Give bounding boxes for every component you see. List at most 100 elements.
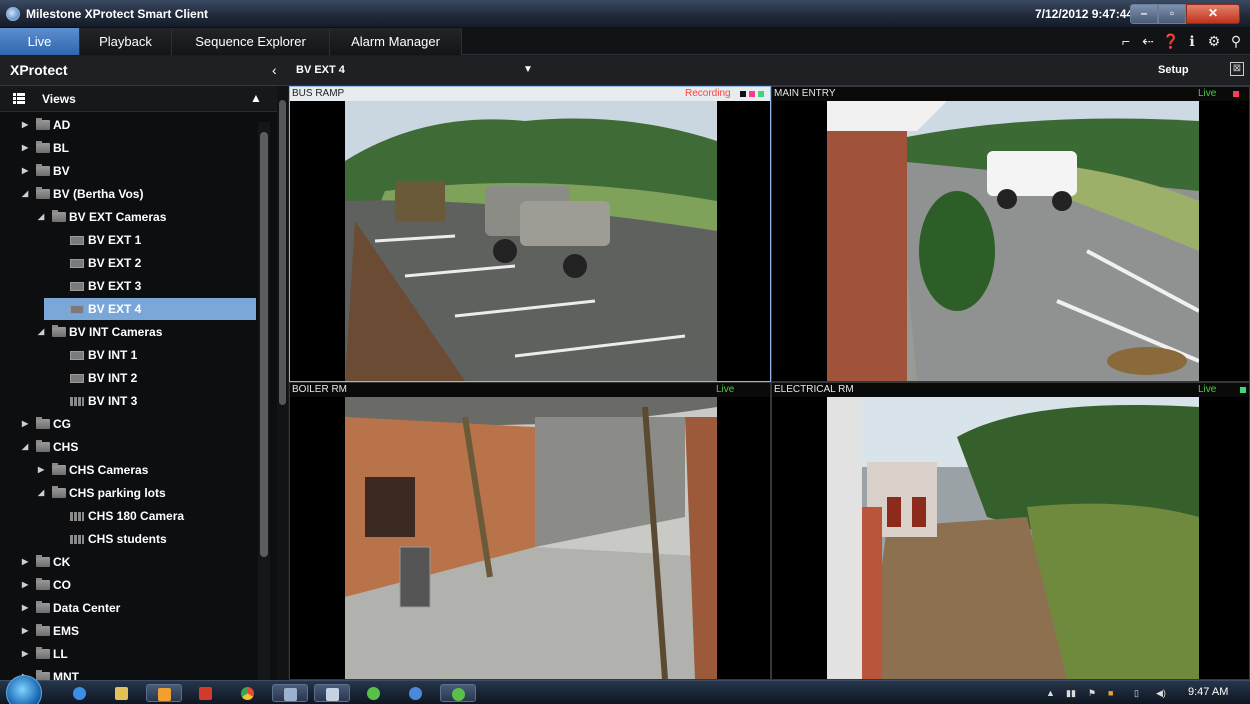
camera-tile-main-entry[interactable]: MAIN ENTRY Live [771, 86, 1250, 382]
minimize-button[interactable]: – [1130, 4, 1158, 24]
folder-icon [36, 647, 50, 659]
single-camera-view-icon [70, 305, 84, 314]
expand-arrow-icon[interactable]: ▶ [22, 114, 34, 136]
expand-arrow-icon[interactable]: ▶ [22, 620, 34, 642]
status-arrow-icon[interactable]: ⇠ [1140, 33, 1156, 49]
camera-tile-bus-ramp[interactable]: BUS RAMP Recording [289, 86, 771, 382]
settings-gear-icon[interactable]: ⚙ [1206, 33, 1222, 49]
expand-arrow-icon[interactable]: ▶ [38, 459, 50, 481]
smart-client-icon [326, 688, 339, 701]
camera-tile-header: MAIN ENTRY Live [772, 87, 1249, 101]
collapse-sidebar-icon[interactable]: ‹ [272, 62, 277, 78]
tree-view-bv-ext-4[interactable]: BV EXT 4 [44, 298, 256, 320]
tree-folder-ck[interactable]: ▶ CK [22, 551, 70, 573]
main-tab-bar: Live Playback Sequence Explorer Alarm Ma… [0, 28, 1250, 55]
tree-view-bv-ext-2[interactable]: BV EXT 2 [70, 252, 141, 274]
network-signal-icon[interactable]: ▮▮ [1066, 688, 1076, 699]
live-indicator-icon [1240, 387, 1246, 393]
expand-arrow-icon[interactable]: ▶ [22, 574, 34, 596]
expand-arrow-icon[interactable]: ▶ [22, 413, 34, 435]
tree-view-bv-ext-3[interactable]: BV EXT 3 [70, 275, 141, 297]
tree-view-chs-180-camera[interactable]: CHS 180 Camera [70, 505, 184, 527]
taskbar-clock[interactable]: 9:47 AM [1188, 686, 1228, 698]
tray-expand-icon[interactable]: ▲ [1046, 688, 1055, 698]
camera-status: Live [1198, 384, 1217, 395]
expand-arrow-icon[interactable]: ▶ [22, 643, 34, 665]
tree-view-bv-int-1[interactable]: BV INT 1 [70, 344, 137, 366]
volume-icon[interactable]: ◀) [1156, 688, 1166, 699]
setup-button[interactable]: Setup [1158, 64, 1189, 76]
expand-arrow-icon[interactable]: ▶ [22, 137, 34, 159]
close-button[interactable]: ✕ [1186, 4, 1240, 24]
tree-folder-bv-ext-cameras[interactable]: ◢ BV EXT Cameras [38, 206, 166, 228]
view-dropdown-arrow-icon[interactable]: ▼ [523, 64, 533, 75]
tree-folder-bv[interactable]: ▶ BV [22, 160, 70, 182]
collapse-arrow-icon[interactable]: ◢ [38, 321, 50, 343]
collapse-arrow-icon[interactable]: ◢ [22, 183, 34, 205]
fullscreen-toggle-icon[interactable]: ⊠ [1230, 62, 1244, 76]
connection-plug-icon[interactable]: ⌐ [1118, 33, 1134, 49]
taskbar-outlook[interactable] [146, 684, 182, 702]
taskbar-adobe[interactable] [188, 684, 224, 702]
single-camera-view-icon [70, 259, 84, 268]
tree-folder-data-center[interactable]: ▶ Data Center [22, 597, 120, 619]
windows-start-icon[interactable] [6, 675, 42, 704]
tree-folder-ll[interactable]: ▶ LL [22, 643, 68, 665]
maximize-button[interactable]: ▫ [1158, 4, 1186, 24]
camera-tile-boiler-rm[interactable]: BOILER RM Live [289, 382, 771, 680]
tree-folder-bertha-vos[interactable]: ◢ BV (Bertha Vos) [22, 183, 143, 205]
help-icon[interactable]: ❓ [1162, 33, 1179, 49]
expand-arrow-icon[interactable]: ▶ [22, 160, 34, 182]
taskbar-file-explorer[interactable] [104, 684, 140, 702]
action-center-flag-icon[interactable]: ⚑ [1088, 688, 1096, 699]
tray-app-icon[interactable]: ■ [1108, 688, 1113, 698]
camera-tile-electrical-rm[interactable]: ELECTRICAL RM Live [771, 382, 1250, 680]
collapse-arrow-icon[interactable]: ◢ [38, 482, 50, 504]
camera-name: BUS RAMP [292, 88, 345, 99]
tree-folder-bv-int-cameras[interactable]: ◢ BV INT Cameras [38, 321, 162, 343]
tree-node-label: CHS [53, 440, 79, 454]
tab-live[interactable]: Live [0, 28, 80, 55]
tree-node-label: EMS [53, 624, 80, 638]
tab-sequence-explorer[interactable]: Sequence Explorer [172, 28, 330, 55]
taskbar-chrome[interactable] [230, 684, 266, 702]
taskbar-app-green-1[interactable] [356, 684, 392, 702]
taskbar-smart-client[interactable] [314, 684, 350, 702]
tree-folder-ad[interactable]: ▶ AD [22, 114, 70, 136]
collapse-arrow-icon[interactable]: ◢ [38, 206, 50, 228]
tree-folder-ems[interactable]: ▶ EMS [22, 620, 79, 642]
taskbar-internet-explorer[interactable] [62, 684, 98, 702]
tree-view-chs-students[interactable]: CHS students [70, 528, 167, 550]
taskbar-app-green-2[interactable] [440, 684, 476, 702]
tree-folder-bl[interactable]: ▶ BL [22, 137, 69, 159]
tab-playback[interactable]: Playback [80, 28, 172, 55]
tree-folder-chs-parking-lots[interactable]: ◢ CHS parking lots [38, 482, 166, 504]
views-pane-header[interactable]: Views ▲ [0, 86, 288, 112]
info-icon[interactable]: ℹ [1184, 33, 1200, 49]
tree-view-bv-ext-1[interactable]: BV EXT 1 [70, 229, 141, 251]
tree-folder-chs[interactable]: ◢ CHS [22, 436, 78, 458]
camera-name: MAIN ENTRY [774, 88, 836, 99]
tree-view-bv-int-3[interactable]: BV INT 3 [70, 390, 137, 412]
battery-icon[interactable]: ▯ [1134, 688, 1139, 699]
expand-arrow-icon[interactable]: ▶ [22, 597, 34, 619]
taskbar-network-app[interactable] [272, 684, 308, 702]
view-scrollbar-thumb[interactable] [279, 100, 286, 405]
tree-folder-cg[interactable]: ▶ CG [22, 413, 71, 435]
tree-node-label: CHS 180 Camera [88, 509, 185, 523]
collapse-arrow-icon[interactable]: ◢ [22, 436, 34, 458]
camera-tile-header: ELECTRICAL RM Live [772, 383, 1249, 397]
folder-icon [36, 417, 50, 429]
tab-alarm-manager[interactable]: Alarm Manager [330, 28, 462, 55]
tree-scrollbar-thumb[interactable] [260, 132, 268, 557]
expand-arrow-icon[interactable]: ▶ [22, 551, 34, 573]
sidebar: XProtect ‹ Views ▲ ▶ AD ▶ BL ▶ BV ◢ BV (Bert… [0, 56, 288, 682]
tree-folder-chs-cameras[interactable]: ▶ CHS Cameras [38, 459, 148, 481]
camera-feed-electrical-rm [827, 397, 1199, 679]
pin-icon[interactable]: ⚲ [1228, 33, 1244, 49]
tree-view-bv-int-2[interactable]: BV INT 2 [70, 367, 137, 389]
tree-folder-co[interactable]: ▶ CO [22, 574, 71, 596]
current-view-name[interactable]: BV EXT 4 [296, 64, 345, 76]
chevron-up-icon[interactable]: ▲ [250, 91, 262, 105]
taskbar-app-blue[interactable] [398, 684, 434, 702]
